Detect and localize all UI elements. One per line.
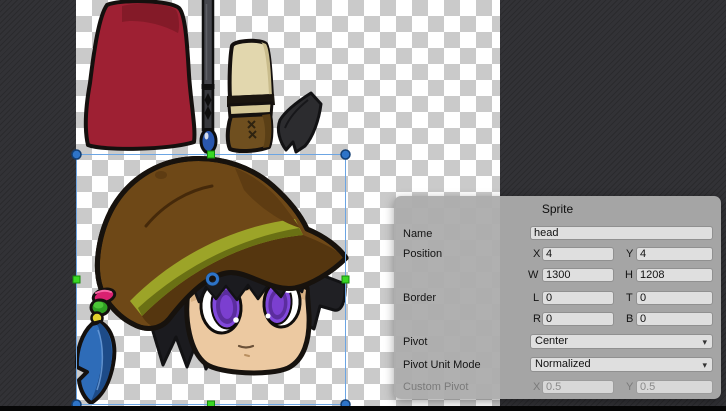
name-label: Name (403, 227, 432, 241)
custom-pivot-x-input (542, 380, 614, 394)
border-t-label: T (626, 291, 633, 306)
border-b-label: B (626, 312, 633, 327)
head-sprite[interactable] (77, 159, 346, 403)
border-b-input[interactable] (636, 312, 713, 326)
window-bottom-edge (0, 406, 726, 411)
pivot-label: Pivot (403, 335, 427, 349)
sprite-panel: Sprite Name Position X Y W H Border L T … (394, 196, 721, 399)
boot-sprite[interactable] (227, 41, 275, 151)
custom-pivot-x-label: X (533, 380, 540, 395)
position-h-label: H (625, 268, 633, 283)
border-l-label: L (533, 291, 539, 306)
name-input[interactable] (530, 226, 713, 240)
blue-feather (77, 322, 114, 403)
position-x-input[interactable] (542, 247, 614, 261)
position-y-input[interactable] (636, 247, 713, 261)
selection-handle-left-mid[interactable] (73, 276, 80, 283)
border-r-label: R (533, 312, 541, 327)
pivot-unit-mode-dropdown-value: Normalized (535, 358, 591, 370)
selection-handle-top-mid[interactable] (208, 151, 215, 158)
pivot-unit-mode-label: Pivot Unit Mode (403, 358, 481, 372)
chevron-down-icon: ▾ (702, 336, 707, 349)
custom-pivot-y-input (636, 380, 713, 394)
red-hat-sprite[interactable] (86, 1, 195, 149)
position-x-label: X (533, 247, 540, 262)
border-t-input[interactable] (636, 291, 713, 305)
custom-pivot-label: Custom Pivot (403, 380, 468, 394)
border-r-input[interactable] (542, 312, 614, 326)
pivot-dropdown-value: Center (535, 335, 568, 347)
pivot-dropdown[interactable]: Center ▾ (530, 334, 713, 349)
sprite-editor-window: Sprite Name Position X Y W H Border L T … (0, 0, 726, 411)
position-w-label: W (528, 268, 538, 283)
staff-sprite[interactable] (201, 0, 216, 153)
border-label: Border (403, 291, 436, 305)
pivot-unit-mode-dropdown[interactable]: Normalized ▾ (530, 357, 713, 372)
selection-handle-right-mid[interactable] (342, 276, 349, 283)
selection-handle-top-left[interactable] (72, 150, 81, 159)
selection-handle-top-right[interactable] (341, 150, 350, 159)
chevron-down-icon: ▾ (702, 359, 707, 372)
position-label: Position (403, 247, 442, 261)
panel-title: Sprite (394, 202, 721, 216)
border-l-input[interactable] (542, 291, 614, 305)
position-w-input[interactable] (542, 268, 614, 282)
feather-sprite[interactable] (278, 93, 321, 152)
position-y-label: Y (626, 247, 633, 262)
position-h-input[interactable] (636, 268, 713, 282)
custom-pivot-y-label: Y (626, 380, 633, 395)
